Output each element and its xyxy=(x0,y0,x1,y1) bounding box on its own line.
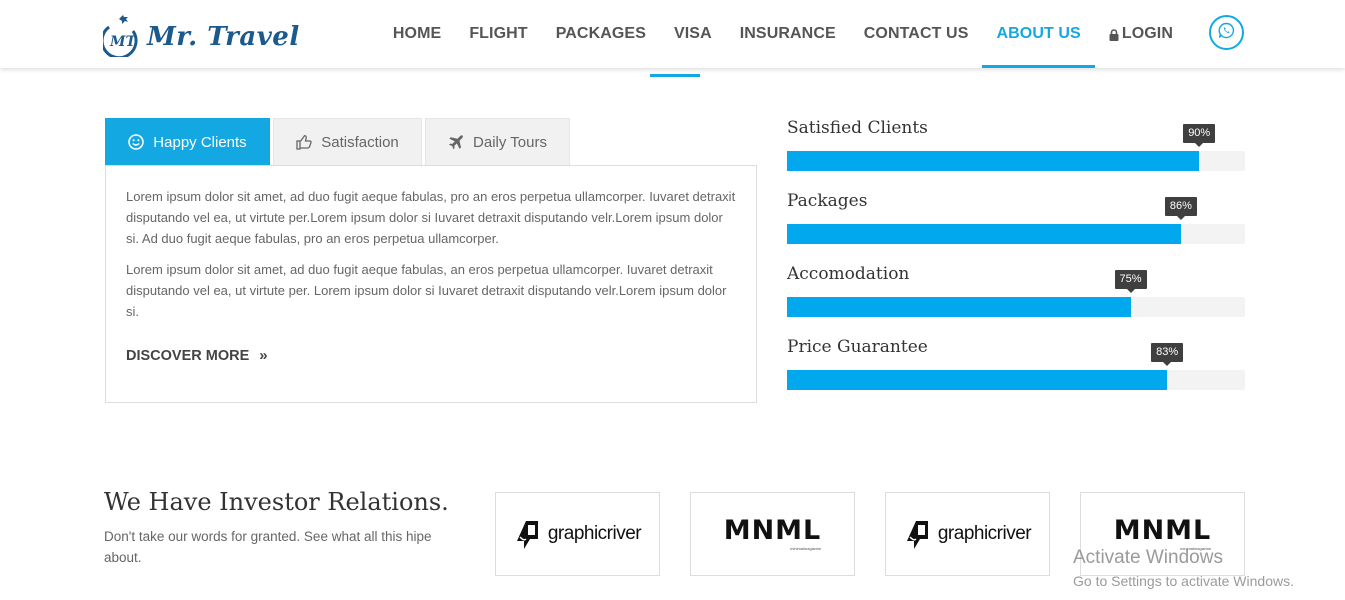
section-accent-line xyxy=(650,74,700,77)
nav-contact-us[interactable]: CONTACT US xyxy=(850,0,983,68)
nav-home[interactable]: HOME xyxy=(379,0,455,68)
skill-fill xyxy=(787,370,1168,390)
partner-name: graphicriver xyxy=(547,523,642,544)
nav-login[interactable]: LOGIN xyxy=(1095,0,1187,68)
tab-daily-tours[interactable]: Daily Tours xyxy=(425,118,570,165)
info-tabs: Happy Clients Satisfaction Daily Tours xyxy=(105,118,573,165)
mnml-logo: MNML minimalmagazine xyxy=(1113,514,1212,551)
tab-happy-clients[interactable]: Happy Clients xyxy=(105,118,270,165)
skill-progress: Price Guarantee 83% xyxy=(787,337,1245,392)
nav-login-label: LOGIN xyxy=(1121,25,1173,42)
partner-name: graphicriver xyxy=(937,523,1032,544)
mnml-logo: MNML minimalmagazine xyxy=(723,514,822,551)
whatsapp-button[interactable] xyxy=(1209,15,1244,50)
partner-logo-graphicriver[interactable]: graphicriver xyxy=(885,492,1050,576)
tab-satisfaction[interactable]: Satisfaction xyxy=(273,118,422,165)
investors-title: We Have Investor Relations. xyxy=(104,488,449,516)
whatsapp-icon xyxy=(1218,22,1235,44)
tab-label: Happy Clients xyxy=(153,133,247,151)
panel-paragraph: Lorem ipsum dolor sit amet, ad duo fugit… xyxy=(126,262,727,319)
skill-label: Accomodation xyxy=(787,264,910,284)
skill-percent-tooltip: 90% xyxy=(1183,124,1216,147)
nav-packages[interactable]: PACKAGES xyxy=(542,0,660,68)
skill-percent-tooltip: 86% xyxy=(1164,197,1197,220)
skill-track xyxy=(787,370,1245,390)
graphicriver-logo: graphicriver xyxy=(514,517,642,551)
logo-monogram: MT xyxy=(103,13,143,57)
skill-fill xyxy=(787,151,1200,171)
partner-logo-mnml[interactable]: MNML minimalmagazine xyxy=(690,492,855,576)
tab-panel-happy-clients: Lorem ipsum dolor sit amet, ad duo fugit… xyxy=(105,165,757,403)
double-chevron-right-icon: » xyxy=(259,347,268,364)
watermark-title: Activate Windows xyxy=(1073,547,1223,568)
top-navbar: MT Mr. Travel HOME FLIGHT PACKAGES VISA … xyxy=(0,0,1345,68)
skill-track xyxy=(787,151,1245,171)
watermark-subtitle: Go to Settings to activate Windows. xyxy=(1073,573,1294,589)
discover-more-label: DISCOVER MORE xyxy=(126,347,250,364)
windows-activation-watermark: Activate Windows Go to Settings to activ… xyxy=(1073,547,1294,591)
skill-progress: Accomodation 75% xyxy=(787,264,1245,319)
discover-more-link[interactable]: DISCOVER MORE » xyxy=(126,347,268,364)
nav-about-us[interactable]: ABOUT US xyxy=(982,0,1095,68)
partner-name: MNML xyxy=(1113,514,1212,546)
brand-name: Mr. Travel xyxy=(147,22,300,52)
nav-flight[interactable]: FLIGHT xyxy=(455,0,541,68)
skill-percent-tooltip: 75% xyxy=(1114,270,1147,293)
monogram-text: MT xyxy=(109,34,137,50)
investors-subtitle: Don't take our words for granted. See wh… xyxy=(104,529,432,565)
nav-insurance[interactable]: INSURANCE xyxy=(726,0,850,68)
tab-label: Satisfaction xyxy=(321,133,399,151)
tab-label: Daily Tours xyxy=(473,133,547,151)
nav-visa[interactable]: VISA xyxy=(660,0,726,68)
main-nav: HOME FLIGHT PACKAGES VISA INSURANCE CONT… xyxy=(379,0,1187,68)
plane-icon xyxy=(448,134,464,150)
skill-track xyxy=(787,297,1245,317)
graphicriver-logo: graphicriver xyxy=(904,517,1032,551)
partner-tagline: minimalmagazine xyxy=(790,545,822,551)
skill-label: Satisfied Clients xyxy=(787,118,928,138)
brand-logo[interactable]: MT Mr. Travel xyxy=(103,9,300,61)
skill-fill xyxy=(787,297,1131,317)
skill-percent-tooltip: 83% xyxy=(1151,343,1184,366)
partner-name: MNML xyxy=(723,514,822,546)
skill-track xyxy=(787,224,1245,244)
thumbs-up-icon xyxy=(296,134,312,150)
panel-paragraph: Lorem ipsum dolor sit amet, ad duo fugit… xyxy=(126,189,736,246)
lock-icon xyxy=(1109,28,1119,41)
skill-fill xyxy=(787,224,1181,244)
smile-icon xyxy=(128,134,145,150)
partner-logo-graphicriver[interactable]: graphicriver xyxy=(495,492,660,576)
skill-progress: Satisfied Clients 90% xyxy=(787,118,1245,173)
skill-progress: Packages 86% xyxy=(787,191,1245,246)
